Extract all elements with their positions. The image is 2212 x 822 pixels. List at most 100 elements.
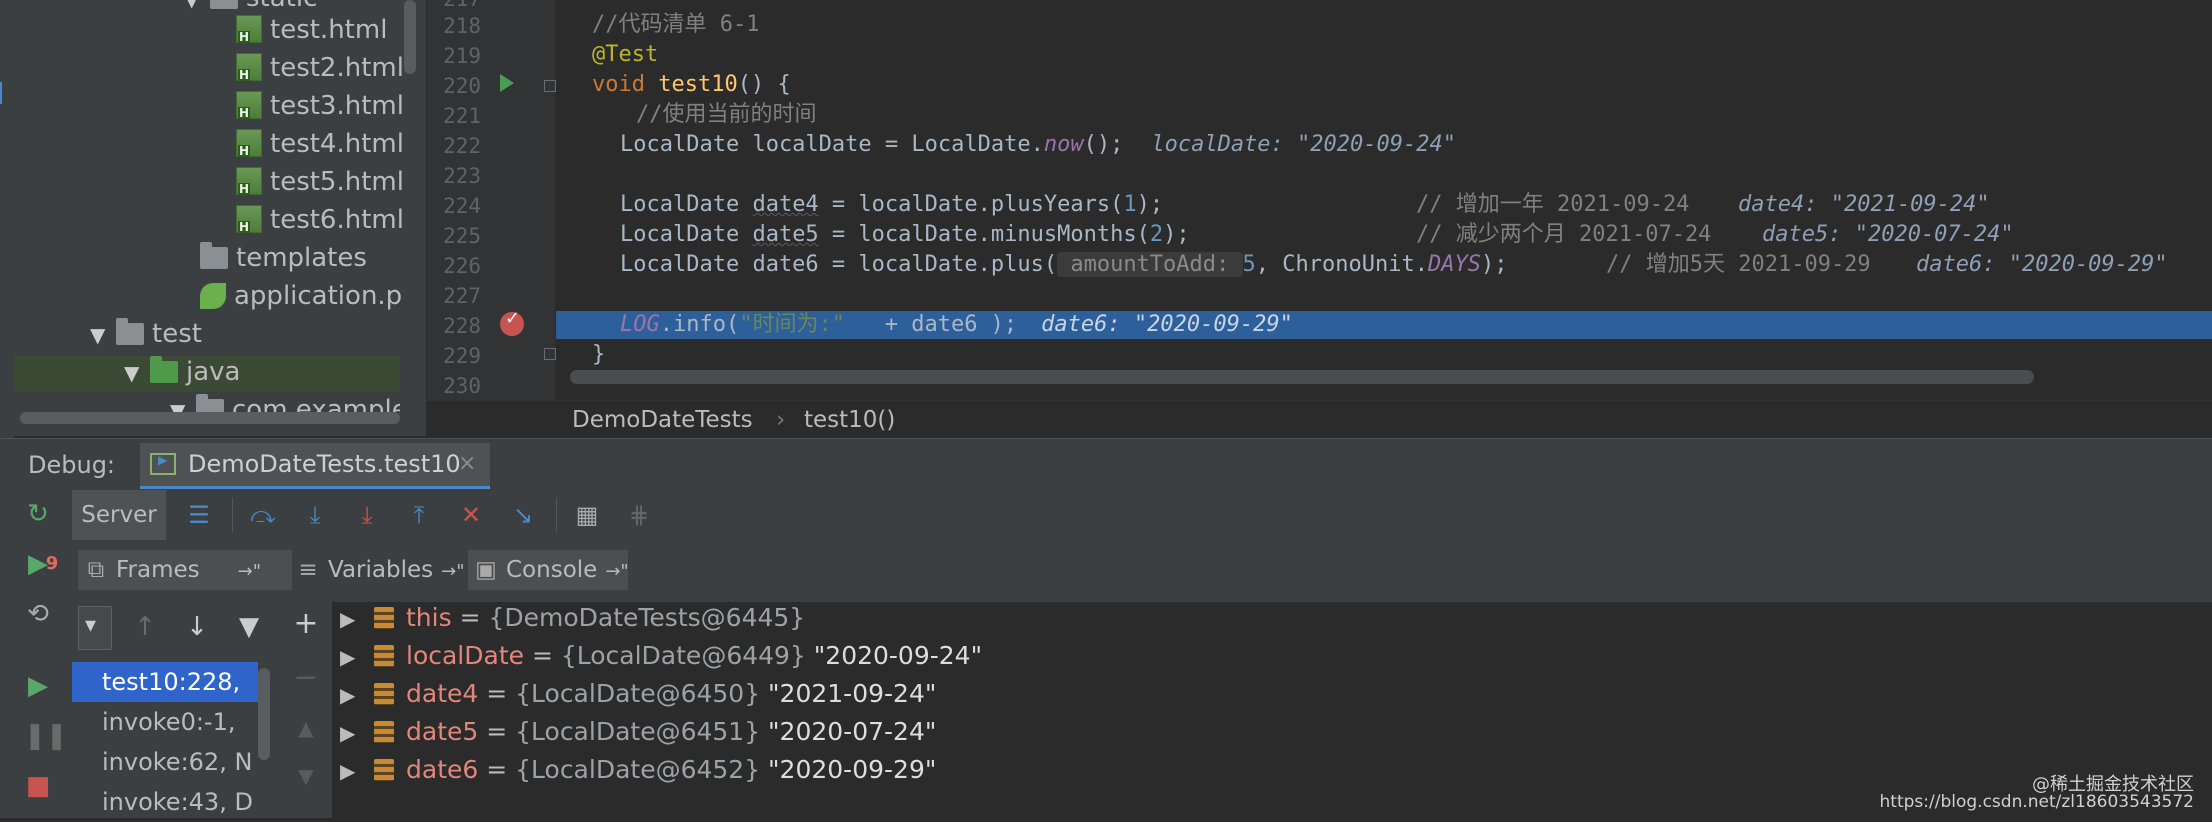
breadcrumb-method[interactable]: test10() [804, 401, 895, 439]
tree-item-test2-html[interactable]: test2.html [236, 50, 404, 86]
tree-item-application-properties[interactable]: application.p [200, 278, 402, 314]
chevron-down-icon[interactable]: ▼ [90, 317, 116, 353]
fold-marker-icon[interactable] [544, 348, 556, 360]
move-down-icon[interactable]: ▼ [292, 762, 320, 790]
variable-row[interactable]: ▶ date4 = {LocalDate@6450} "2021-09-24" [340, 675, 936, 713]
frames-scrollbar[interactable] [258, 668, 270, 760]
fold-marker-icon[interactable] [544, 80, 556, 92]
variable-row[interactable]: ▶ this = {DemoDateTests@6445} [340, 599, 805, 637]
remove-watch-icon[interactable]: − [292, 663, 320, 693]
rerun-icon[interactable]: ↻ [24, 500, 52, 528]
tree-item-test6-html[interactable]: test6.html [236, 202, 404, 238]
chevron-down-icon[interactable]: ▼ [124, 355, 150, 391]
tab-server[interactable]: Server [72, 490, 166, 540]
force-step-into-icon[interactable]: ⤓ [352, 500, 382, 530]
debug-session-tab[interactable]: DemoDateTests.test10 × [140, 443, 490, 489]
arrow-up-icon[interactable]: ↑ [130, 612, 160, 642]
pin-icon[interactable]: →" [238, 561, 261, 582]
variable-row[interactable]: ▶ date6 = {LocalDate@6452} "2020-09-29" [340, 751, 936, 789]
frames-panel: ↑ ↓ ▼ test10:228, invoke0:-1, invoke:62,… [72, 602, 281, 818]
code-line-221: //使用当前的时间 [636, 102, 817, 127]
folder-icon [200, 242, 228, 269]
frames-icon: ⧉ [87, 557, 105, 583]
chevron-down-icon[interactable]: ▼ [170, 393, 196, 412]
tree-item-com-example[interactable]: ▼ com.example [170, 392, 400, 412]
tree-item-test3-html[interactable]: test3.html [236, 88, 404, 124]
breadcrumb-class[interactable]: DemoDateTests [572, 401, 753, 439]
show-execution-point-icon[interactable]: ☰ [184, 500, 214, 530]
toggle-auto-test-icon[interactable]: ⟲ [24, 600, 52, 628]
tree-item-java[interactable]: ▼ java [124, 354, 240, 390]
pause-program-icon[interactable]: ❚❚ [24, 722, 68, 750]
tree-item-test5-html[interactable]: test5.html [236, 164, 404, 200]
run-config-icon [150, 453, 176, 475]
frame-item[interactable]: invoke:43, D [72, 782, 258, 822]
variable-row[interactable]: ▶ localDate = {LocalDate@6449} "2020-09-2… [340, 637, 982, 675]
tree-item-test[interactable]: ▼ test [90, 316, 202, 352]
variables-icon: ≡ [298, 557, 318, 583]
close-icon[interactable]: × [458, 443, 476, 485]
tab-variables[interactable]: ≡ Variables →" [296, 550, 464, 590]
tree-vertical-scrollbar[interactable] [404, 0, 416, 74]
evaluate-expression-icon[interactable]: ▦ [572, 500, 602, 530]
trace-stream-icon[interactable]: ⋕ [624, 500, 654, 530]
debug-tool-window-header: Debug: DemoDateTests.test10 × [0, 438, 2212, 492]
frame-item[interactable]: invoke0:-1, [72, 702, 258, 742]
move-up-icon[interactable]: ▲ [292, 714, 320, 742]
field-icon [374, 759, 394, 781]
folder-icon [210, 0, 238, 9]
editor-horizontal-scrollbar[interactable] [570, 370, 2034, 384]
step-out-icon[interactable]: ⤒ [404, 500, 434, 530]
tree-item-templates[interactable]: templates [200, 240, 367, 276]
html-file-icon [236, 129, 262, 157]
line-number: 229 [443, 344, 481, 368]
breadcrumb-separator: › [776, 407, 786, 433]
inline-value: date4: "2021-09-24" [1738, 192, 1990, 217]
breakpoint-icon[interactable] [500, 308, 524, 336]
watermark-url: https://blog.csdn.net/zl18603543572 [1879, 792, 2194, 812]
step-into-icon[interactable]: ⤓ [300, 500, 330, 530]
chevron-down-icon[interactable]: ▼ [184, 0, 210, 17]
code-comment: // 减少两个月 2021-07-24 [1416, 222, 1712, 247]
editor-gutter: 217 218 219 220 221 222 223 224 225 226 … [426, 0, 555, 400]
filter-icon[interactable]: ▼ [234, 612, 264, 642]
field-icon [374, 721, 394, 743]
code-line-224: LocalDate date4 = localDate.plusYears(1)… [620, 192, 1164, 217]
line-number: 230 [443, 374, 481, 398]
expand-arrow-icon[interactable]: ▶ [340, 714, 374, 752]
expand-arrow-icon[interactable]: ▶ [340, 676, 374, 714]
html-file-icon [236, 91, 262, 119]
line-number: 225 [443, 224, 481, 248]
pin-icon[interactable]: →" [441, 561, 464, 582]
expand-arrow-icon[interactable]: ▶ [340, 600, 374, 638]
debug-controls: ↻ ▶ 9 ⟲ ▶ ❚❚ ■ [0, 490, 73, 818]
run-to-cursor-icon[interactable]: ↘ [508, 500, 538, 530]
expand-arrow-icon[interactable]: ▶ [340, 752, 374, 790]
inline-value: date6: "2020-09-29" [1041, 312, 1293, 337]
variables-actions: + − ▲ ▼ [280, 602, 333, 818]
run-test-icon[interactable] [500, 74, 514, 92]
step-over-icon[interactable]: ⤼ [248, 500, 278, 530]
pin-icon[interactable]: →" [605, 561, 628, 582]
add-watch-icon[interactable]: + [292, 609, 320, 639]
frame-item[interactable]: test10:228, [72, 662, 258, 702]
thread-selector[interactable] [78, 606, 112, 650]
tab-console[interactable]: ▣ Console →" [474, 550, 629, 590]
frame-item[interactable]: invoke:62, N [72, 742, 258, 782]
tree-item-test4-html[interactable]: test4.html [236, 126, 404, 162]
variable-row[interactable]: ▶ date5 = {LocalDate@6451} "2020-07-24" [340, 713, 936, 751]
resume-program-icon[interactable]: ▶ [24, 672, 52, 700]
folder-icon [196, 394, 224, 412]
line-number: 221 [443, 104, 481, 128]
tree-item-test-html[interactable]: test.html [236, 12, 387, 48]
line-number: 227 [443, 284, 481, 308]
stop-icon[interactable]: ■ [24, 772, 52, 800]
expand-arrow-icon[interactable]: ▶ [340, 638, 374, 676]
tree-horizontal-scrollbar[interactable] [20, 412, 400, 424]
tab-frames[interactable]: ⧉ Frames →" [84, 550, 261, 590]
left-tool-strip [0, 0, 15, 440]
drop-frame-icon[interactable]: ✕ [456, 500, 486, 530]
arrow-down-icon[interactable]: ↓ [182, 612, 212, 642]
folder-icon [116, 318, 144, 345]
spring-leaf-icon [200, 283, 226, 309]
